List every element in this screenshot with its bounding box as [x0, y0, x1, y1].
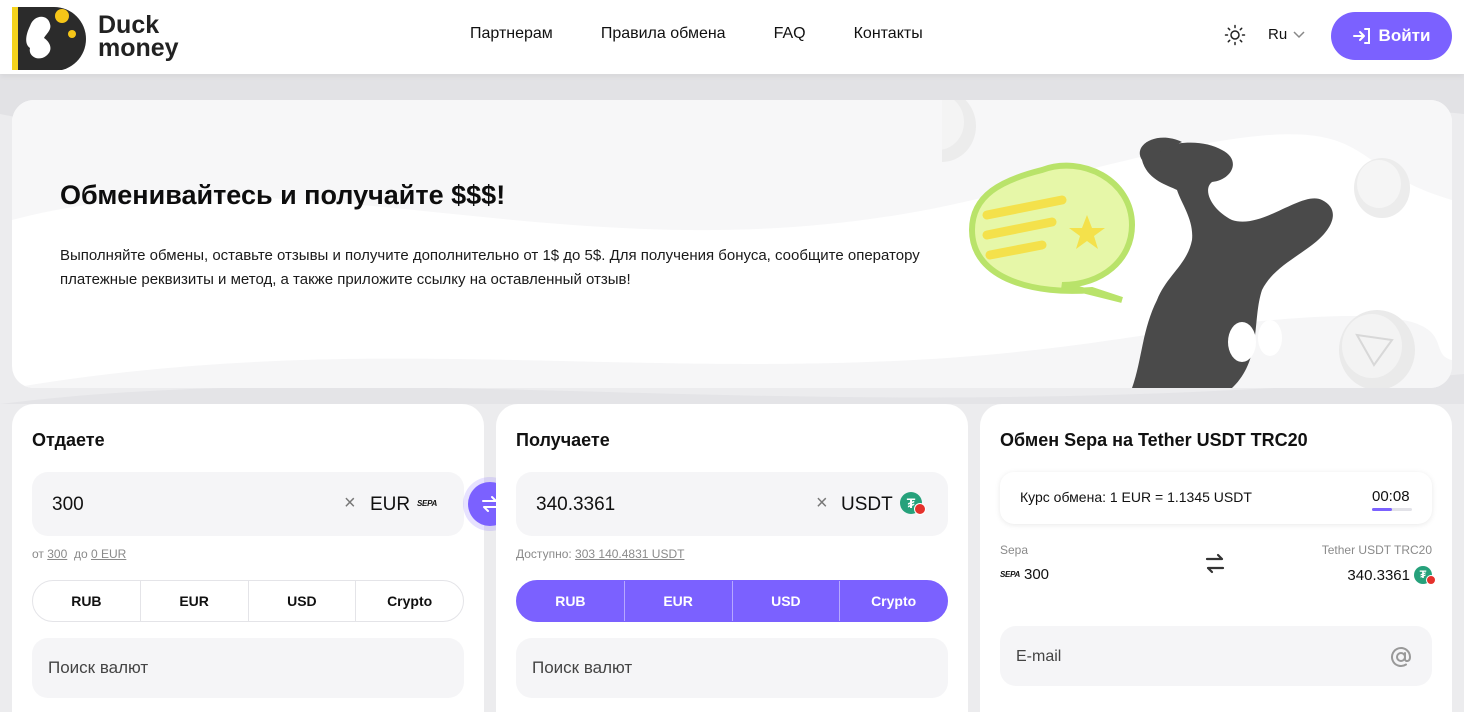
sepa-icon: SEPA [417, 499, 437, 508]
limits-max[interactable]: 0 EUR [91, 547, 126, 561]
tab-rub[interactable]: RUB [33, 581, 141, 621]
give-search-input[interactable]: Поиск валют [32, 638, 464, 698]
tab-usd[interactable]: USD [249, 581, 357, 621]
at-icon [1391, 647, 1412, 667]
to-label: Tether USDT TRC20 [1321, 543, 1432, 557]
give-card: Отдаете 300 × EUR SEPA от 300 до 0 EUR R… [12, 404, 484, 712]
from-value-row: SEPA 300 [1000, 566, 1049, 583]
sun-icon[interactable] [1224, 24, 1246, 46]
exchange-rate-text: Курс обмена: 1 EUR = 1.1345 USDT [1020, 489, 1252, 505]
nav-exchange-rules[interactable]: Правила обмена [601, 25, 726, 43]
summary-title: Обмен Sepa на Tether USDT TRC20 [1000, 430, 1308, 450]
email-placeholder: E-mail [1016, 648, 1062, 665]
tab-eur[interactable]: EUR [625, 581, 733, 621]
exchange-rate-box: Курс обмена: 1 EUR = 1.1345 USDT 00:08 [1000, 472, 1432, 524]
main-nav: Партнерам Правила обмена FAQ Контакты [470, 25, 923, 43]
give-amount-value[interactable]: 300 [52, 494, 84, 516]
exchange-summary-card: Обмен Sepa на Tether USDT TRC20 Курс обм… [980, 404, 1452, 712]
give-title: Отдаете [32, 430, 105, 450]
receive-search-input[interactable]: Поиск валют [516, 638, 948, 698]
receive-title: Получаете [516, 430, 610, 450]
tether-icon: ₮ [900, 492, 926, 515]
duck-logo-icon [12, 7, 86, 70]
tab-crypto[interactable]: Crypto [840, 581, 947, 621]
tab-usd[interactable]: USD [733, 581, 841, 621]
sepa-icon: SEPA [1000, 570, 1020, 579]
available-value[interactable]: 303 140.4831 USDT [575, 547, 684, 561]
tab-crypto[interactable]: Crypto [356, 581, 463, 621]
logo-text: Duck money [98, 13, 179, 62]
receive-amount-value[interactable]: 340.3361 [536, 494, 615, 516]
duck-illustration [942, 100, 1415, 388]
nav-contacts[interactable]: Контакты [854, 25, 923, 43]
login-button[interactable]: Войти [1331, 12, 1452, 60]
chevron-down-icon [1293, 30, 1305, 38]
close-icon[interactable]: × [816, 492, 828, 515]
tether-icon: ₮ [1414, 566, 1436, 585]
banner-title: Обменивайтесь и получайте $$$! [60, 180, 506, 210]
give-amount-field[interactable]: 300 × EUR SEPA [32, 472, 464, 536]
receive-search-placeholder: Поиск валют [532, 658, 633, 677]
promo-banner: Обменивайтесь и получайте $$$! Выполняйт… [12, 100, 1452, 388]
logo[interactable]: Duck money [12, 4, 179, 70]
email-field[interactable]: E-mail [1000, 626, 1432, 686]
login-icon [1352, 28, 1370, 44]
banner-text: Выполняйте обмены, оставьте отзывы и пол… [60, 247, 920, 288]
from-label: Sepa [1000, 543, 1029, 557]
receive-card: Получаете 340.3361 × USDT ₮ Доступно: 30… [496, 404, 968, 712]
to-value-row: 340.3361 ₮ [1347, 566, 1436, 585]
limits-min[interactable]: 300 [47, 547, 67, 561]
chat-bubble-icon [968, 162, 1136, 303]
tab-rub[interactable]: RUB [517, 581, 625, 621]
nav-faq[interactable]: FAQ [774, 25, 806, 43]
give-search-placeholder: Поиск валют [48, 658, 149, 677]
rate-timer: 00:08 [1372, 488, 1410, 505]
receive-currency-tabs: RUB EUR USD Crypto [516, 580, 948, 622]
give-limits: от 300 до 0 EUR [32, 547, 126, 561]
language-label: Ru [1268, 26, 1288, 43]
close-icon[interactable]: × [344, 492, 356, 515]
rate-timer-bar [1372, 508, 1412, 511]
nav-partners[interactable]: Партнерам [470, 25, 553, 43]
give-currency-tabs: RUB EUR USD Crypto [32, 580, 464, 622]
tab-eur[interactable]: EUR [141, 581, 249, 621]
rate-timer-fill [1372, 508, 1392, 511]
give-currency-code[interactable]: EUR [370, 494, 410, 516]
logo-line2: money [98, 34, 179, 62]
limits-prefix: от [32, 547, 44, 561]
login-label: Войти [1378, 26, 1431, 45]
limits-mid: до [73, 547, 88, 561]
to-value: 340.3361 [1347, 566, 1410, 584]
swap-arrows-icon [1205, 553, 1225, 574]
receive-currency-code[interactable]: USDT [841, 494, 893, 516]
site-header: Duck money Партнерам Правила обмена FAQ … [0, 0, 1464, 74]
receive-amount-field[interactable]: 340.3361 × USDT ₮ [516, 472, 948, 536]
available-label: Доступно: [516, 547, 572, 561]
receive-available: Доступно: 303 140.4831 USDT [516, 547, 684, 561]
language-selector[interactable]: Ru [1268, 26, 1305, 43]
from-value: 300 [1024, 566, 1050, 583]
bitcoin-coin-icon [942, 100, 976, 162]
